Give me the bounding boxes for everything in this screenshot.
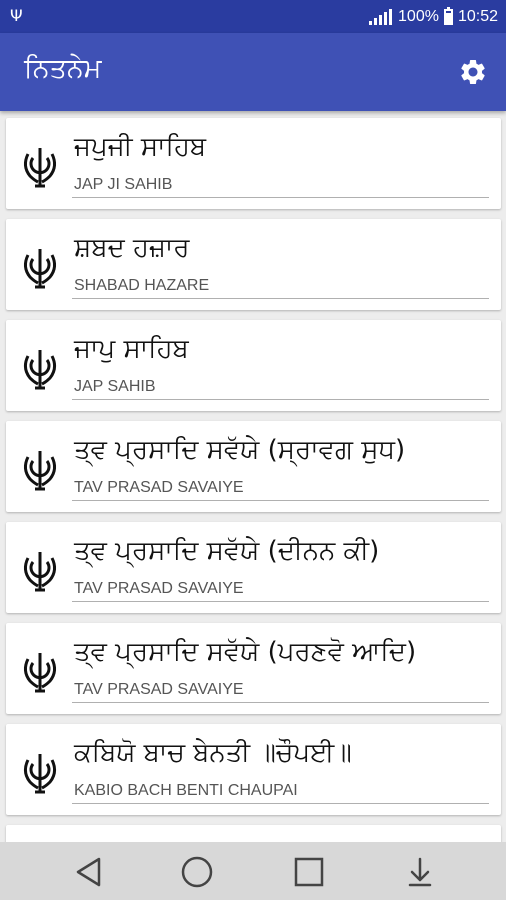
list-item[interactable]: ਜਾਪੁ ਸਾਹਿਬ JAP SAHIB <box>6 320 501 411</box>
item-underline <box>72 803 489 804</box>
recents-button[interactable] <box>289 852 329 892</box>
khanda-icon <box>23 148 57 188</box>
item-title: ਤ੍ਵ ਪ੍ਰਸਾਦਿ ਸਵੱਯੇ (ਸ੍ਰਾਵਗ ਸੁਧ) <box>74 435 406 465</box>
khanda-icon <box>23 350 57 390</box>
item-subtitle: KABIO BACH BENTI CHAUPAI <box>74 782 298 799</box>
list-item[interactable]: ਤ੍ਵ ਪ੍ਰਸਾਦਿ ਸਵੱਯੇ (ਦੀਨਨ ਕੀ) TAV PRASAD S… <box>6 522 501 613</box>
item-underline <box>72 298 489 299</box>
item-subtitle: TAV PRASAD SAVAIYE <box>74 681 244 698</box>
status-bar: Ψ 100% 10:52 <box>0 0 506 33</box>
khanda-icon <box>23 552 57 592</box>
app-title: ਨਿਤਨੇਮ <box>24 53 102 84</box>
khanda-icon <box>23 249 57 289</box>
status-right: 100% 10:52 <box>369 0 498 33</box>
list-item[interactable]: ਕਬਿਯੋ ਬਾਚ ਬੇਨਤੀ ॥ਚੌਪਈ॥ KABIO BACH BENTI … <box>6 724 501 815</box>
home-circle-icon <box>181 856 213 888</box>
back-button[interactable] <box>68 852 108 892</box>
notification-pull-button[interactable] <box>400 852 440 892</box>
item-subtitle: JAP JI SAHIB <box>74 176 173 193</box>
item-underline <box>72 197 489 198</box>
download-arrow-icon <box>408 857 432 887</box>
recents-square-icon <box>294 857 324 887</box>
item-title: ਤ੍ਵ ਪ੍ਰਸਾਦਿ ਸਵੱਯੇ (ਦੀਨਨ ਕੀ) <box>74 536 380 566</box>
battery-percent: 100% <box>398 7 439 25</box>
item-subtitle: JAP SAHIB <box>74 378 156 395</box>
list-item[interactable]: ਜਪੁਜੀ ਸਾਹਿਬ JAP JI SAHIB <box>6 118 501 209</box>
list-item[interactable]: ਤ੍ਵ ਪ੍ਰਸਾਦਿ ਸਵੱਯੇ (ਪਰਣਵੋ ਆਦਿ) TAV PRASAD… <box>6 623 501 714</box>
list-item[interactable]: ਸ਼ਬਦ ਹਜ਼ਾਰ SHABAD HAZARE <box>6 219 501 310</box>
signal-icon <box>369 8 393 25</box>
item-subtitle: SHABAD HAZARE <box>74 277 210 294</box>
item-subtitle: TAV PRASAD SAVAIYE <box>74 479 244 496</box>
item-underline <box>72 601 489 602</box>
settings-button[interactable] <box>456 55 490 89</box>
list-item[interactable]: ਤ੍ਵ ਪ੍ਰਸਾਦਿ ਸਵੱਯੇ (ਸ੍ਰਾਵਗ ਸੁਧ) TAV PRASA… <box>6 421 501 512</box>
khanda-icon <box>23 451 57 491</box>
home-button[interactable] <box>177 852 217 892</box>
item-underline <box>72 702 489 703</box>
usb-icon: Ψ <box>10 6 23 25</box>
item-title: ਜਪੁਜੀ ਸਾਹਿਬ <box>74 132 207 162</box>
item-title: ਜਾਪੁ ਸਾਹਿਬ <box>74 334 189 364</box>
gear-icon <box>461 59 485 84</box>
item-underline <box>72 500 489 501</box>
item-title: ਕਬਿਯੋ ਬਾਚ ਬੇਨਤੀ ॥ਚੌਪਈ॥ <box>74 738 352 768</box>
navigation-bar <box>0 842 506 900</box>
app-bar: ਨਿਤਨੇਮ <box>0 33 506 111</box>
item-subtitle: TAV PRASAD SAVAIYE <box>74 580 244 597</box>
item-underline <box>72 399 489 400</box>
back-triangle-icon <box>76 857 101 887</box>
battery-icon <box>443 6 453 25</box>
khanda-icon <box>23 754 57 794</box>
khanda-icon <box>23 653 57 693</box>
clock: 10:52 <box>457 7 498 25</box>
item-title: ਤ੍ਵ ਪ੍ਰਸਾਦਿ ਸਵੱਯੇ (ਪਰਣਵੋ ਆਦਿ) <box>74 637 417 667</box>
item-title: ਸ਼ਬਦ ਹਜ਼ਾਰ <box>74 233 190 263</box>
